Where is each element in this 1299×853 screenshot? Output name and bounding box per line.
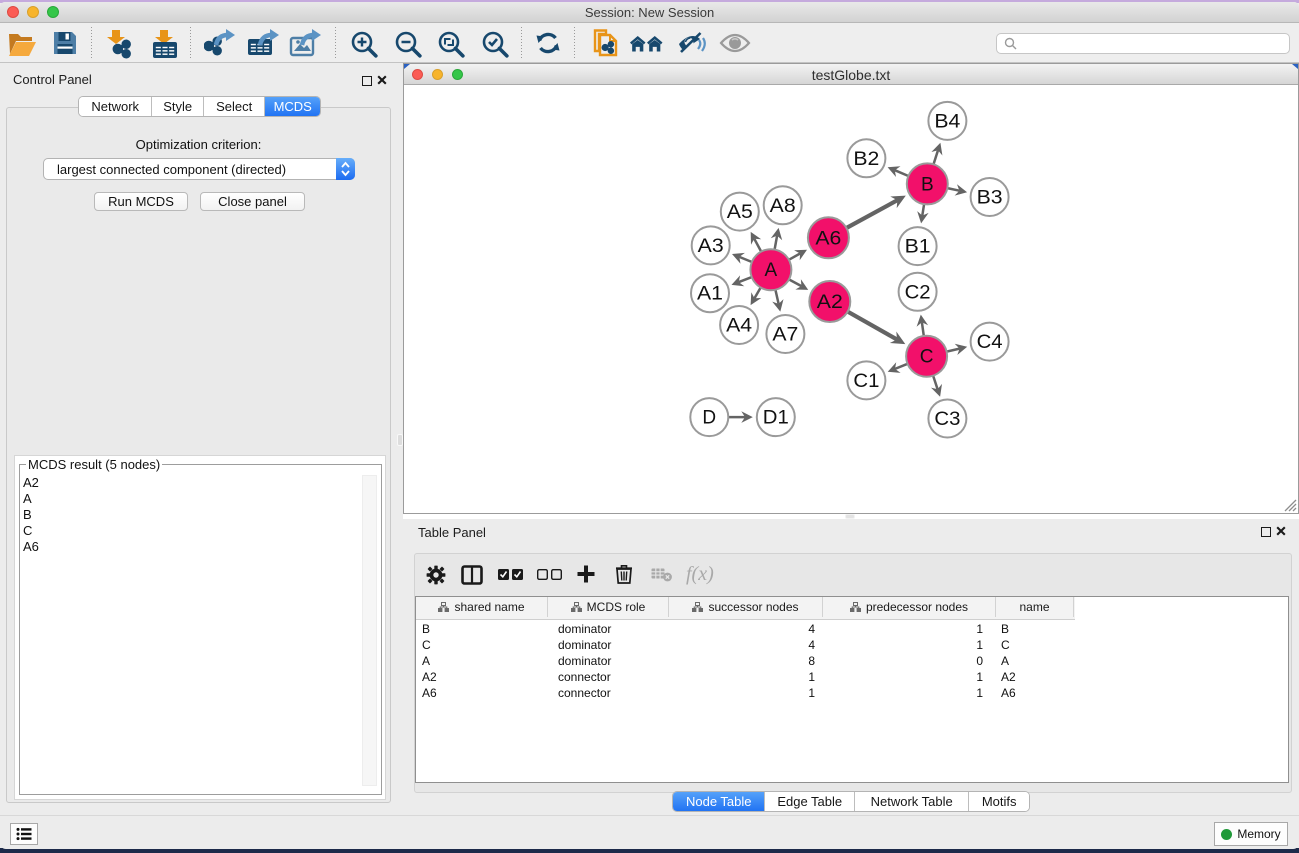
svg-text:B1: B1 <box>905 237 931 258</box>
svg-text:C: C <box>920 347 934 368</box>
svg-text:C3: C3 <box>934 409 960 430</box>
svg-text:A1: A1 <box>697 284 723 305</box>
svg-text:B2: B2 <box>853 149 879 170</box>
svg-text:C2: C2 <box>905 282 931 303</box>
svg-text:B: B <box>921 174 934 195</box>
svg-text:D1: D1 <box>763 408 789 429</box>
svg-text:A6: A6 <box>815 228 841 249</box>
svg-text:A3: A3 <box>698 236 724 257</box>
svg-text:A4: A4 <box>726 316 752 337</box>
svg-text:C4: C4 <box>977 332 1003 353</box>
svg-text:A: A <box>765 260 778 281</box>
svg-text:B4: B4 <box>934 111 960 132</box>
svg-text:C1: C1 <box>853 371 879 392</box>
svg-text:A5: A5 <box>727 202 753 223</box>
svg-text:B3: B3 <box>977 188 1003 209</box>
svg-text:A8: A8 <box>770 196 796 217</box>
svg-text:D: D <box>702 408 716 429</box>
svg-text:A7: A7 <box>772 325 798 346</box>
svg-text:A2: A2 <box>817 292 843 313</box>
